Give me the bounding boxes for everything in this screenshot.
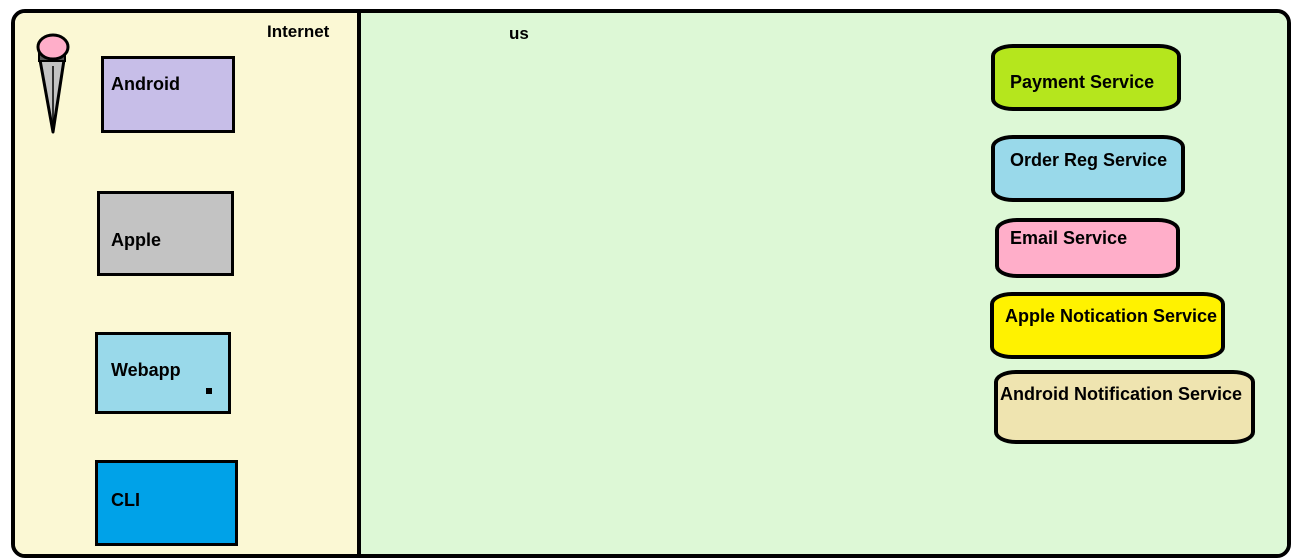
service-payment-label: Payment Service	[1010, 72, 1155, 92]
us-zone-label: us	[509, 24, 529, 43]
service-android-notification-box	[994, 370, 1255, 444]
client-android-label: Android	[111, 74, 180, 94]
webapp-marker-dot	[206, 388, 212, 394]
service-apple-notification-label: Apple Notication Service	[1005, 306, 1218, 326]
client-webapp-label: Webapp	[111, 360, 181, 380]
service-order-reg-label: Order Reg Service	[1010, 150, 1168, 170]
microphone-icon	[36, 33, 70, 134]
internet-zone-label: Internet	[267, 22, 330, 41]
client-apple-label: Apple	[111, 230, 162, 250]
service-email-label: Email Service	[1010, 228, 1128, 248]
client-cli-label: CLI	[111, 490, 140, 510]
service-android-notification-label: Android Notification Service	[1000, 384, 1243, 404]
